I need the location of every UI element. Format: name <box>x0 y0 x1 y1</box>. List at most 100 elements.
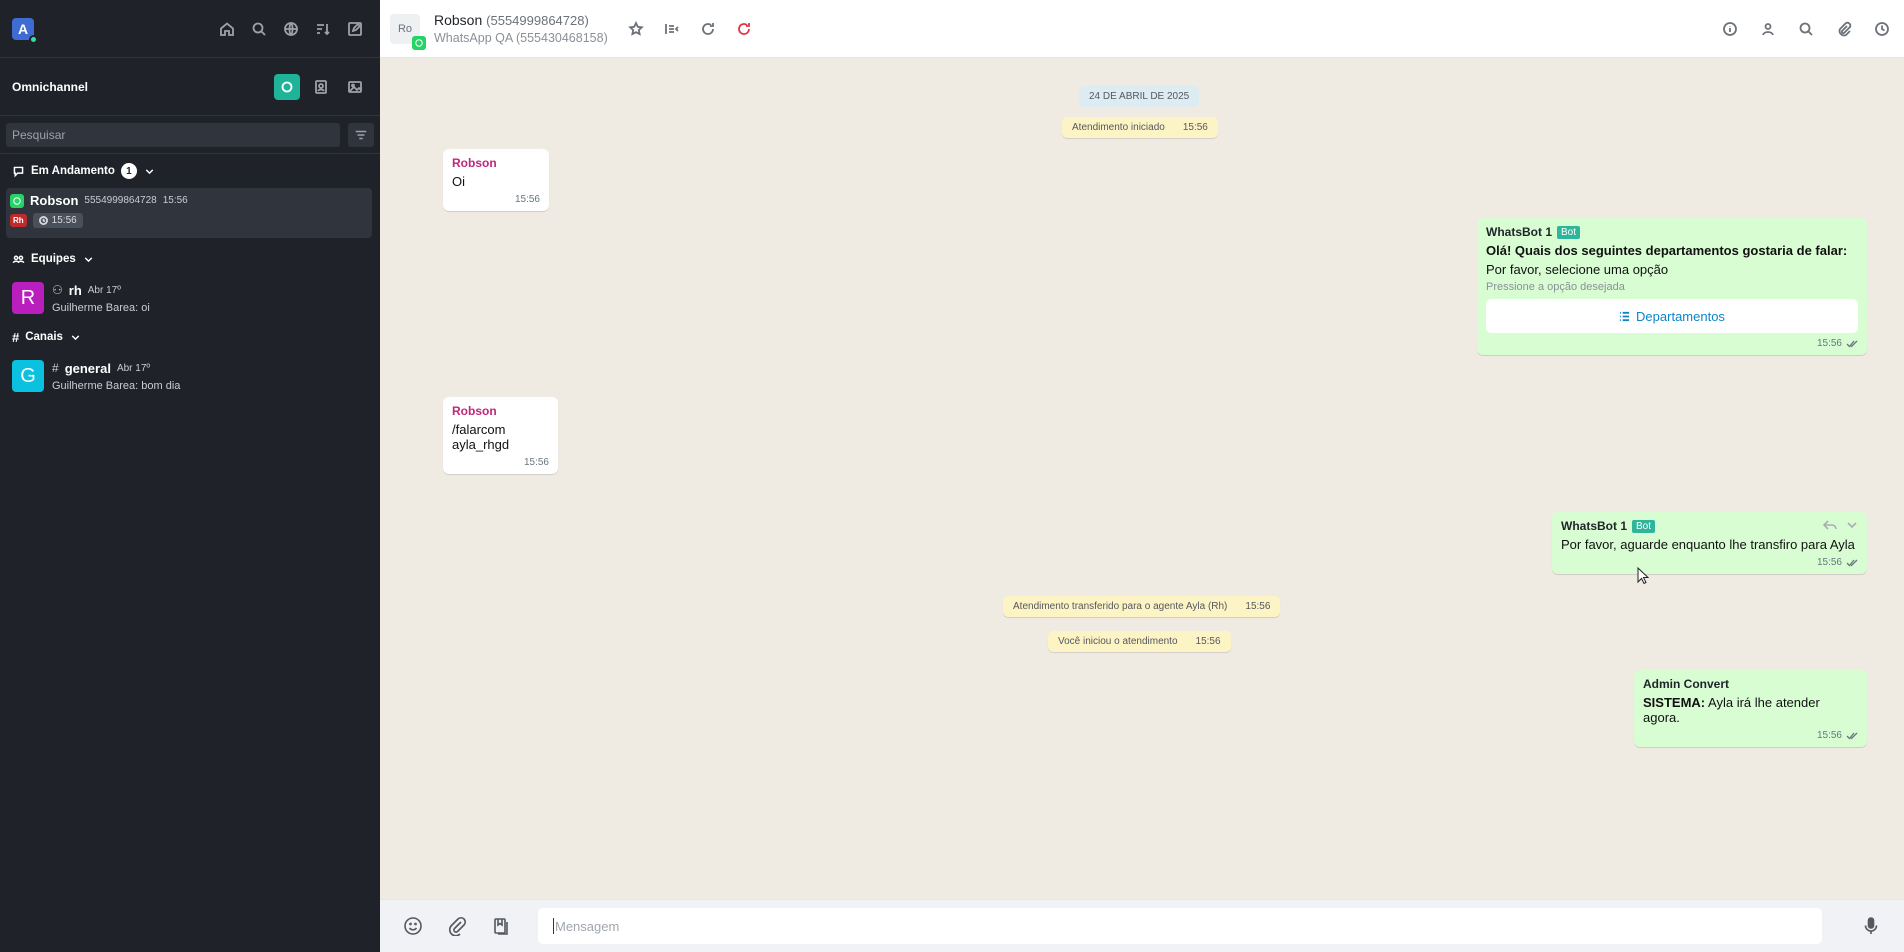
search-input[interactable]: Pesquisar <box>6 122 340 147</box>
double-check-icon <box>1846 732 1858 739</box>
availability-toggle-icon[interactable] <box>274 73 300 100</box>
message-text: Por favor, aguarde enquanto lhe transfir… <box>1561 537 1855 552</box>
message-text: Por favor, selecione uma opção <box>1486 262 1669 277</box>
channel-item-general[interactable]: G # general Abr 17º Guilherme Barea: bom… <box>0 354 380 398</box>
search-icon[interactable] <box>246 16 272 42</box>
team-icon: ⚇ <box>52 283 63 297</box>
message-time: 15:56 <box>1816 338 1842 349</box>
message-time: 15:56 <box>1816 557 1842 568</box>
incoming-message[interactable]: Robson /falarcom ayla_rhgd 15:56 <box>443 397 558 474</box>
message-time: 15:56 <box>1816 730 1842 741</box>
system-message-text: Você iniciou o atendimento <box>1058 636 1178 647</box>
contact-info-icon[interactable] <box>1756 17 1780 41</box>
message-text: /falarcom ayla_rhgd <box>452 422 510 452</box>
system-message-text: Atendimento iniciado <box>1072 122 1165 133</box>
omnichannel-title: Omnichannel <box>12 79 89 94</box>
bot-badge: Bot <box>1632 519 1656 533</box>
message-time: 15:56 <box>514 194 540 205</box>
outgoing-message[interactable]: WhatsBot 1 Bot Por favor, aguarde enquan… <box>1552 512 1867 574</box>
contact-avatar-text: Ro <box>397 22 413 35</box>
filter-icon[interactable] <box>348 122 374 147</box>
double-check-icon <box>1846 559 1858 566</box>
list-icon <box>1619 311 1630 321</box>
chat-contact-name: Robson <box>30 193 79 208</box>
room-date: Abr 17º <box>116 362 151 374</box>
directory-globe-icon[interactable] <box>278 16 304 42</box>
departments-list-button[interactable]: Departamentos <box>1486 299 1858 333</box>
close-chat-icon[interactable] <box>732 17 756 41</box>
message-list[interactable]: 24 DE ABRIL DE 2025 Atendimento iniciado… <box>380 58 1904 899</box>
attachments-icon[interactable] <box>1832 17 1856 41</box>
message-author: Admin Convert <box>1643 677 1730 691</box>
chevron-down-icon[interactable] <box>143 165 156 178</box>
system-message-text: Atendimento transferido para o agente Ay… <box>1013 601 1228 612</box>
room-name: general <box>64 360 111 376</box>
sidebar-search: Pesquisar <box>0 116 380 154</box>
text-caret <box>553 918 554 934</box>
message-actions <box>1823 518 1859 532</box>
message-author: WhatsBot 1 <box>1486 225 1552 239</box>
message-input[interactable]: Mensagem <box>538 908 1822 944</box>
whatsapp-icon <box>10 193 24 208</box>
contact-center-icon[interactable] <box>308 74 334 100</box>
online-status-dot <box>29 34 38 44</box>
hashtag-icon: # <box>52 361 59 375</box>
star-icon[interactable] <box>624 17 648 41</box>
list-button-label: Departamentos <box>1636 308 1725 324</box>
channel-subtitle: WhatsApp QA (555430468158) <box>434 31 608 45</box>
outgoing-message[interactable]: Admin Convert SISTEMA: Ayla irá lhe aten… <box>1634 670 1867 747</box>
info-icon[interactable] <box>1718 17 1742 41</box>
active-chat-item[interactable]: Robson 5554999864728 15:56 Rh 15:56 <box>6 188 372 238</box>
omnichannel-bar: Omnichannel <box>0 58 380 116</box>
create-new-icon[interactable] <box>342 16 368 42</box>
section-canais[interactable]: # Canais <box>0 320 380 354</box>
hashtag-icon: # <box>12 329 20 345</box>
canned-responses-icon[interactable] <box>486 911 516 941</box>
message-heading: Olá! Quais dos seguintes departamentos g… <box>1486 243 1848 258</box>
outgoing-message[interactable]: WhatsBot 1 Bot Olá! Quais dos seguintes … <box>1477 218 1867 355</box>
attach-file-icon[interactable] <box>442 911 472 941</box>
queue-count-badge: 1 <box>120 163 137 179</box>
whatsapp-icon <box>412 35 426 50</box>
section-label: Em Andamento <box>31 165 115 177</box>
chevron-down-icon[interactable] <box>1845 518 1859 532</box>
wait-time-value: 15:56 <box>51 215 77 226</box>
sort-icon[interactable] <box>310 16 336 42</box>
message-hint: Pressione a opção desejada <box>1486 281 1625 293</box>
system-message-time: 15:56 <box>1182 122 1208 133</box>
team-item-rh[interactable]: R ⚇ rh Abr 17º Guilherme Barea: oi <box>0 276 380 320</box>
home-icon[interactable] <box>214 16 240 42</box>
contact-phone: (5554999864728) <box>486 13 589 28</box>
contact-name: Robson <box>434 12 483 28</box>
room-avatar: G <box>12 360 44 392</box>
contact-avatar[interactable]: Ro <box>390 13 426 50</box>
reply-icon[interactable] <box>1823 518 1837 532</box>
department-tag: Rh <box>10 214 27 227</box>
section-em-andamento[interactable]: Em Andamento 1 <box>0 154 380 188</box>
message-prefix: SISTEMA: <box>1643 695 1706 710</box>
section-label: Canais <box>25 331 63 343</box>
mouse-pointer-icon <box>1637 567 1649 585</box>
user-avatar[interactable]: A <box>12 17 38 44</box>
emoji-icon[interactable] <box>398 911 428 941</box>
forward-chat-icon[interactable] <box>696 17 720 41</box>
message-author: Robson <box>452 156 497 170</box>
clock-icon <box>38 216 48 225</box>
user-avatar-initial: A <box>17 20 29 37</box>
chevron-down-icon[interactable] <box>82 253 95 266</box>
chevron-down-icon[interactable] <box>69 331 82 344</box>
microphone-icon[interactable] <box>1856 911 1886 941</box>
team-icon <box>12 255 25 263</box>
sidebar-topbar: A <box>0 0 380 58</box>
chat-bubble-icon <box>13 166 24 177</box>
message-author: Robson <box>452 404 497 418</box>
chat-time: 15:56 <box>162 195 188 206</box>
history-clock-icon[interactable] <box>1870 17 1894 41</box>
system-message: Atendimento transferido para o agente Ay… <box>1003 596 1281 617</box>
section-equipes[interactable]: Equipes <box>0 242 380 276</box>
incoming-message[interactable]: Robson Oi 15:56 <box>443 149 549 211</box>
message-text: Oi <box>452 174 465 189</box>
media-gallery-icon[interactable] <box>342 74 368 100</box>
search-messages-icon[interactable] <box>1794 17 1818 41</box>
collapse-sidebar-icon[interactable] <box>660 17 684 41</box>
